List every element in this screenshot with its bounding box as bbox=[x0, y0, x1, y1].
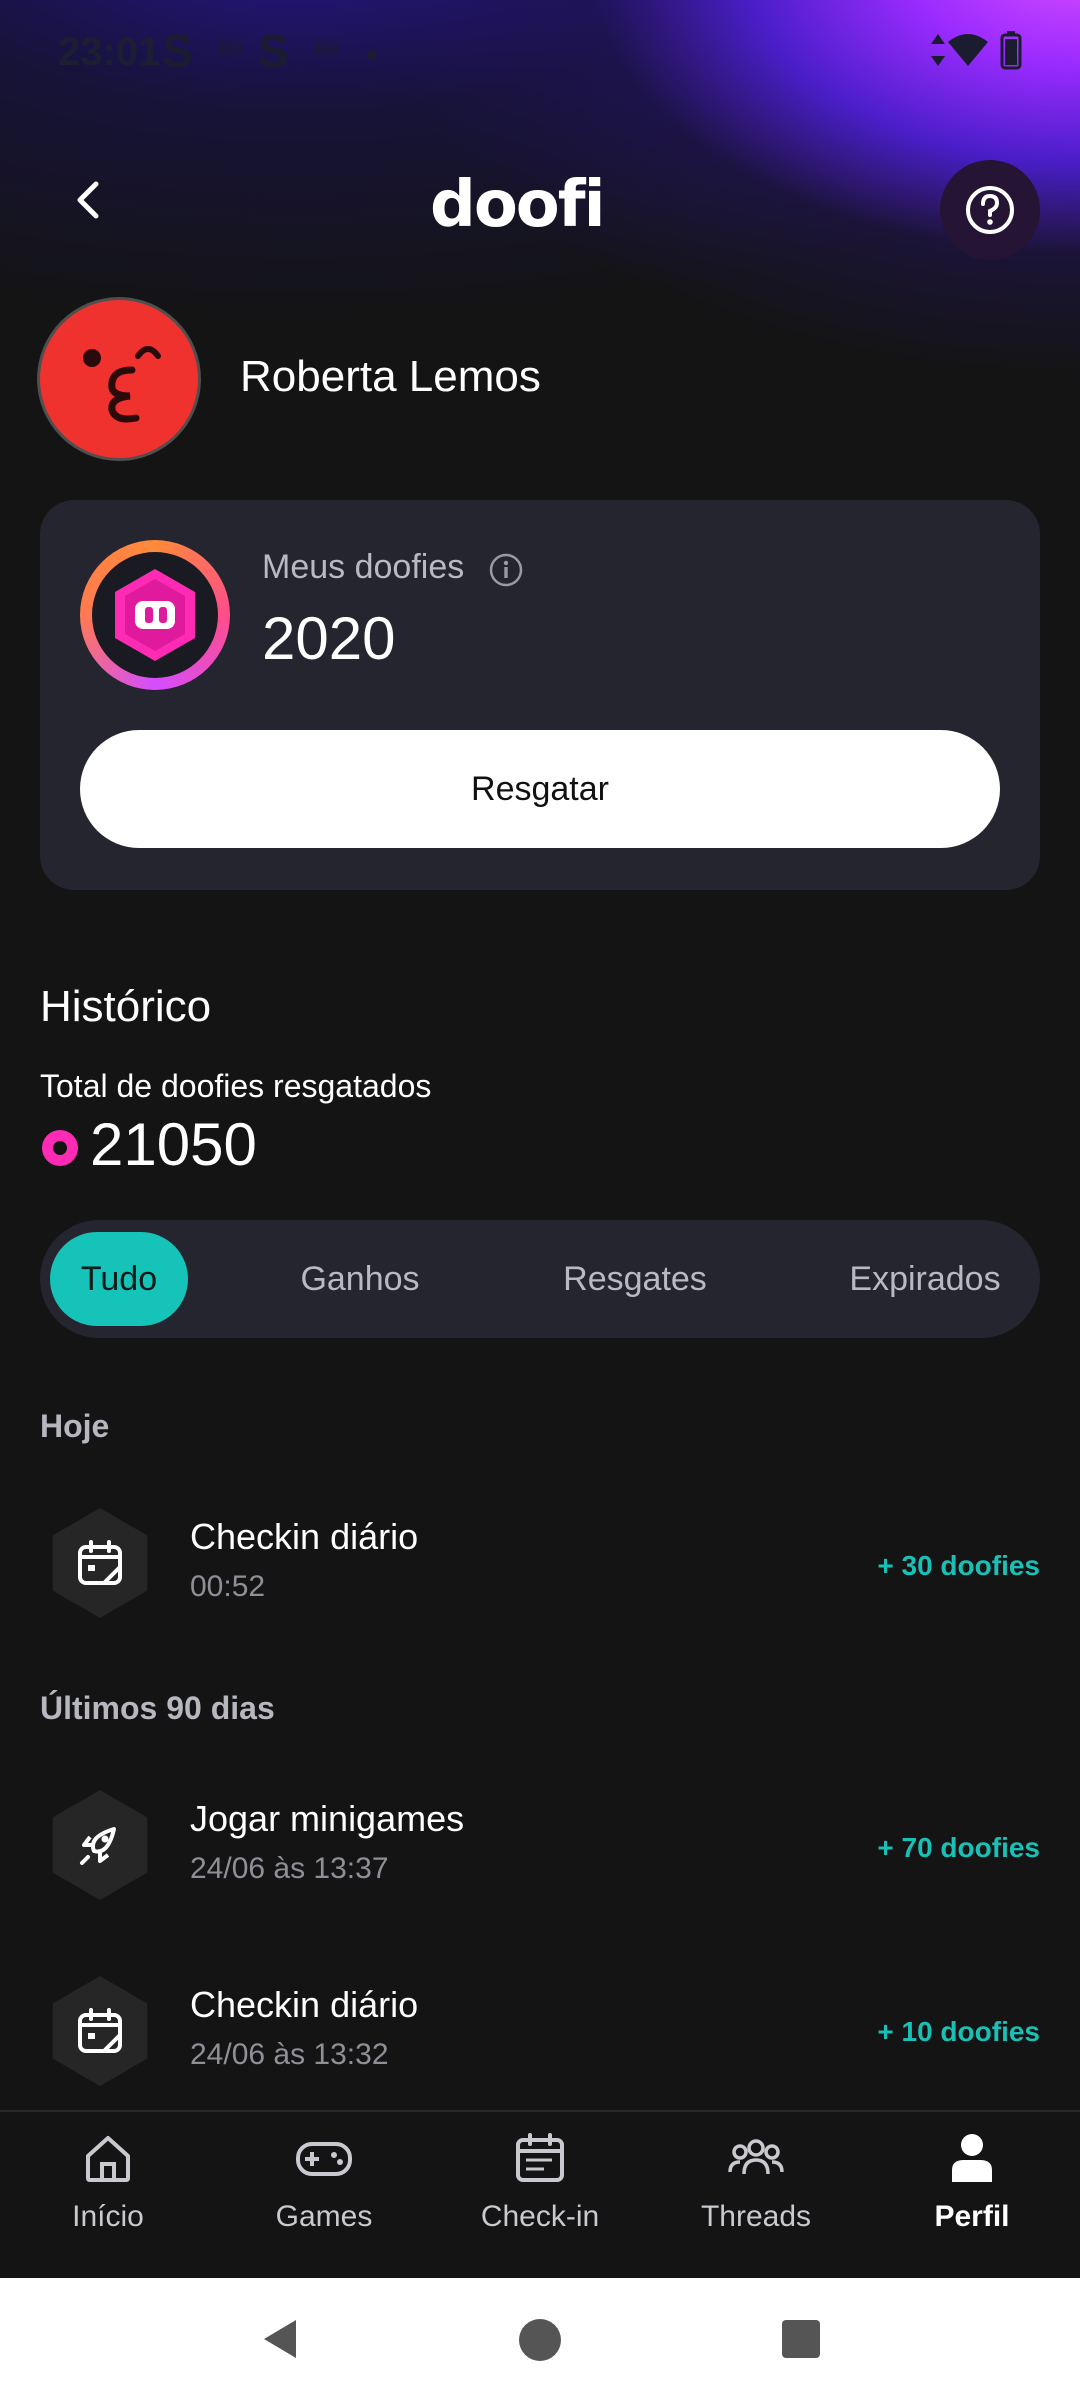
nav-item-inicio[interactable]: Início bbox=[0, 2130, 216, 2270]
doofie-coin-icon bbox=[80, 540, 230, 690]
nav-label: Threads bbox=[700, 2200, 812, 2233]
list-item: Checkin diário 24/06 às 13:32 + 10 doofi… bbox=[40, 1976, 1040, 2086]
user-name: Roberta Lemos bbox=[240, 352, 541, 401]
tab-expirados[interactable]: Expirados bbox=[820, 1232, 1030, 1326]
help-button[interactable] bbox=[940, 160, 1040, 260]
s-app-icon: S bbox=[258, 25, 289, 77]
list-item-subtitle: 00:52 bbox=[190, 1570, 266, 1603]
doofie-coin-icon bbox=[42, 1130, 78, 1166]
gamepad-icon bbox=[296, 2142, 352, 2176]
list-item-title: Checkin diário bbox=[190, 1516, 419, 1557]
nav-item-threads[interactable]: Threads bbox=[648, 2130, 864, 2270]
status-time: 23:01 bbox=[58, 30, 161, 74]
avatar[interactable] bbox=[40, 300, 198, 458]
history-title: Histórico bbox=[40, 982, 212, 1031]
section-label-ultimos-90-dias: Últimos 90 dias bbox=[40, 1690, 275, 1726]
system-home-icon[interactable] bbox=[517, 2317, 563, 2363]
list-item-icon bbox=[52, 1976, 148, 2086]
list-item-icon bbox=[52, 1790, 148, 1900]
question-circle-icon bbox=[966, 186, 1014, 234]
list-item-title: Jogar minigames bbox=[190, 1798, 465, 1839]
nav-label: Check-in bbox=[480, 2200, 600, 2233]
nav-label: Games bbox=[275, 2200, 373, 2233]
home-icon bbox=[86, 2136, 130, 2182]
chevron-left-icon bbox=[77, 181, 99, 219]
list-item-amount: + 30 doofies bbox=[877, 1550, 1040, 1581]
mini-app-icon: 88 bbox=[218, 36, 243, 61]
dot-icon bbox=[367, 50, 377, 60]
user-icon bbox=[952, 2134, 992, 2182]
section-label-hoje: Hoje bbox=[40, 1408, 110, 1444]
list-item-subtitle: 24/06 às 13:37 bbox=[190, 1852, 389, 1885]
system-back-icon[interactable] bbox=[258, 2316, 304, 2362]
redeem-button[interactable]: Resgatar bbox=[80, 730, 1000, 848]
list-item-amount: + 10 doofies bbox=[877, 2016, 1040, 2047]
tab-ganhos[interactable]: Ganhos bbox=[270, 1232, 450, 1326]
s-app-icon: S bbox=[162, 25, 193, 77]
list-item-icon bbox=[52, 1508, 148, 1618]
calendar-icon bbox=[516, 2133, 564, 2182]
balance-label: Meus doofies bbox=[262, 548, 465, 586]
total-redeemed-label: Total de doofies resgatados bbox=[40, 1068, 432, 1104]
total-redeemed-value: 21050 bbox=[90, 1111, 257, 1178]
nav-item-perfil[interactable]: Perfil bbox=[864, 2130, 1080, 2270]
system-recents-icon[interactable] bbox=[780, 2318, 822, 2360]
nav-label: Perfil bbox=[934, 2200, 1010, 2233]
calendar-icon bbox=[78, 1540, 122, 1585]
nav-item-games[interactable]: Games bbox=[216, 2130, 432, 2270]
wifi-icon bbox=[948, 34, 988, 66]
rocket-icon bbox=[80, 1827, 116, 1865]
back-button[interactable] bbox=[60, 170, 120, 230]
doofi-logo: doofi bbox=[430, 168, 606, 242]
list-item-subtitle: 24/06 às 13:32 bbox=[190, 2038, 389, 2071]
nav-item-check-in[interactable]: Check-in bbox=[432, 2130, 648, 2270]
list-item-title: Checkin diário bbox=[190, 1984, 419, 2025]
calendar-icon bbox=[78, 2008, 122, 2053]
info-icon[interactable] bbox=[488, 552, 524, 588]
kiss-face-avatar bbox=[83, 346, 161, 423]
balance-value: 2020 bbox=[262, 605, 396, 672]
battery-icon bbox=[1000, 31, 1022, 70]
tab-tudo[interactable]: Tudo bbox=[50, 1232, 188, 1326]
group-icon bbox=[728, 2139, 784, 2175]
data-arrows-icon bbox=[931, 34, 945, 66]
list-item: Jogar minigames 24/06 às 13:37 + 70 doof… bbox=[40, 1790, 1040, 1900]
list-item: Checkin diário 00:52 + 30 doofies bbox=[40, 1508, 1040, 1618]
nav-label: Início bbox=[72, 2200, 144, 2233]
tab-resgates[interactable]: Resgates bbox=[540, 1232, 730, 1326]
mini-app-icon: 88 bbox=[314, 36, 339, 61]
list-item-amount: + 70 doofies bbox=[877, 1832, 1040, 1863]
